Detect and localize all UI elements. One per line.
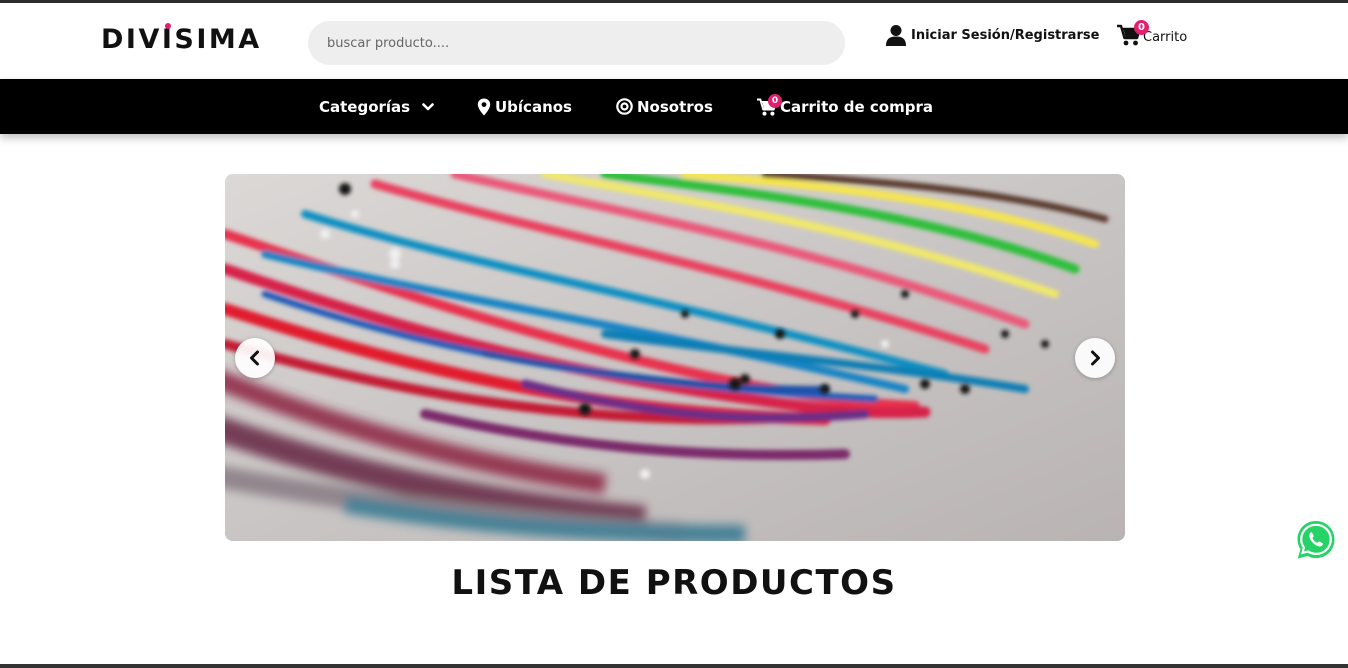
cart-count-badge: 0 — [1134, 20, 1149, 35]
logo-text-start: DIV — [101, 24, 162, 55]
header-cart-link[interactable]: Carrito 0 — [1116, 20, 1187, 50]
nav-about-label: Nosotros — [637, 97, 713, 116]
whatsapp-button[interactable] — [1295, 519, 1337, 561]
nav-about[interactable]: Nosotros — [616, 79, 713, 134]
nav-categories[interactable]: Categorías — [319, 79, 434, 134]
site-header: DIVISIMA Iniciar Sesión/Registrarse Carr… — [0, 3, 1348, 79]
search-input[interactable] — [308, 21, 845, 65]
carousel-slide-image — [225, 174, 1125, 541]
nav-location[interactable]: Ubícanos — [477, 79, 572, 134]
chevron-right-icon — [1091, 350, 1100, 366]
chevron-left-icon — [250, 350, 259, 366]
hero-carousel[interactable] — [225, 174, 1125, 541]
chevron-down-icon — [422, 102, 434, 110]
map-pin-icon — [477, 98, 491, 115]
cart-label: Carrito — [1143, 29, 1188, 45]
user-icon — [886, 25, 906, 46]
products-section-title: LISTA DE PRODUCTOS — [451, 563, 897, 603]
logo-i: I — [161, 23, 175, 55]
nav-cart-count-badge: 0 — [768, 94, 782, 108]
login-label: Iniciar Sesión/Registrarse — [911, 27, 1100, 43]
carousel-next-button[interactable] — [1075, 338, 1115, 378]
login-link[interactable]: Iniciar Sesión/Registrarse — [885, 22, 1099, 48]
nav-categories-label: Categorías — [319, 97, 411, 116]
target-icon — [616, 98, 633, 115]
nav-location-label: Ubícanos — [495, 97, 572, 116]
nav-shopping-cart[interactable]: 0 Carrito de compra — [756, 79, 933, 134]
carousel-prev-button[interactable] — [235, 338, 275, 378]
logo-text-end: SIMA — [174, 24, 262, 55]
whatsapp-icon — [1297, 521, 1335, 559]
nav-shopping-cart-label: Carrito de compra — [780, 97, 933, 116]
brand-logo[interactable]: DIV ISIMA — [101, 23, 262, 55]
bottom-border — [0, 664, 1348, 668]
main-nav: Categorías Ubícanos Nosotros 0 Carrito d… — [0, 79, 1348, 134]
